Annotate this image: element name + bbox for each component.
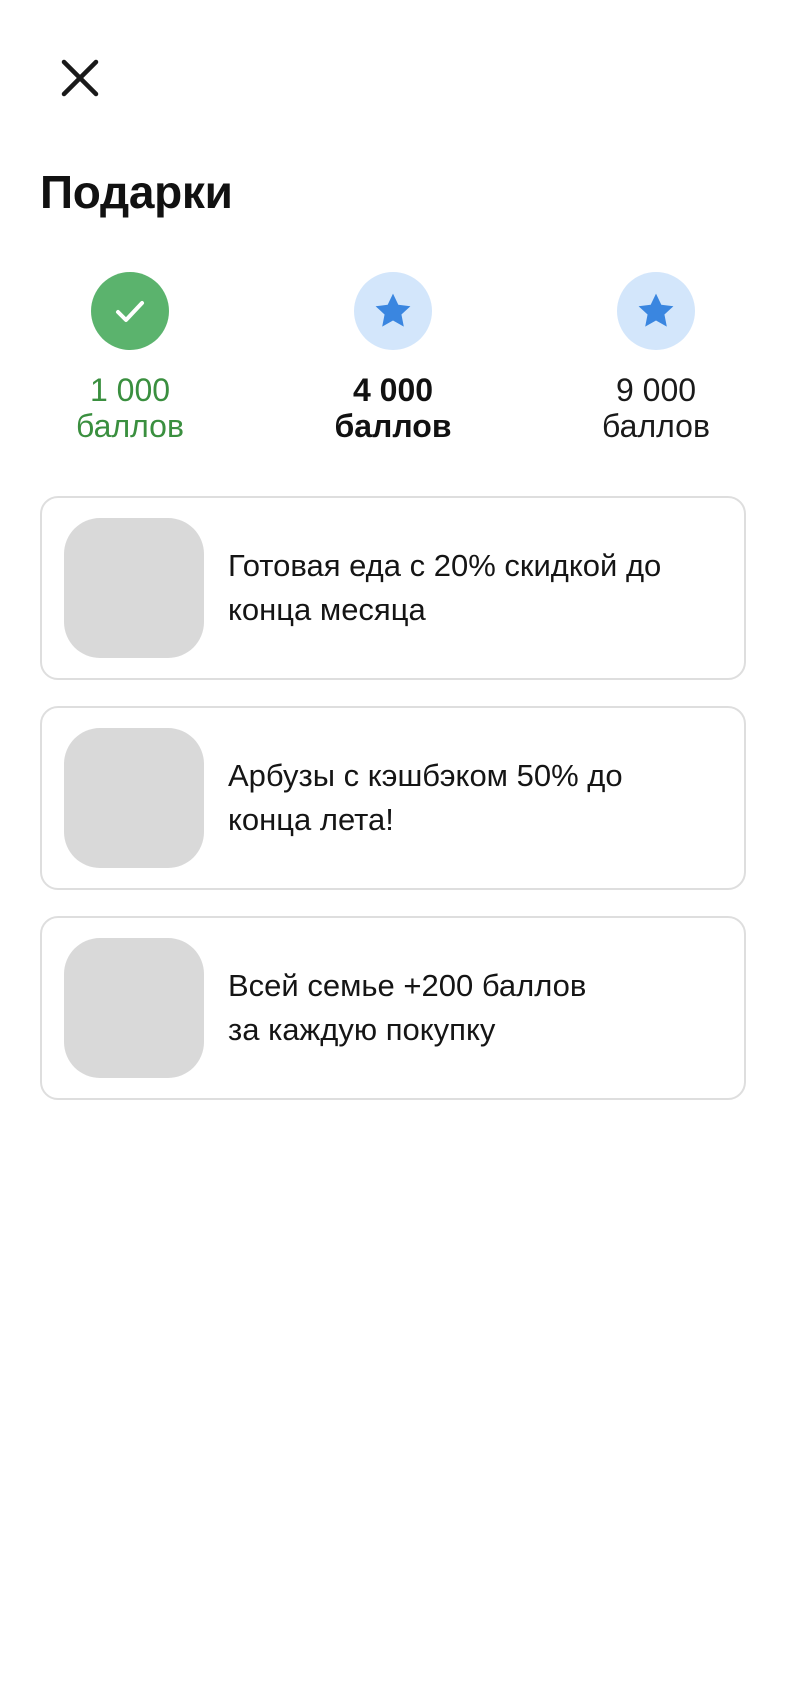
level-4000[interactable]: 4 000 баллов	[283, 272, 503, 444]
star-icon	[375, 293, 411, 327]
gift-description: Всей семье +200 баллов за каждую покупку	[228, 968, 587, 1047]
gift-card[interactable]: Арбузы с кэшбэком 50% до конца лета!	[40, 706, 746, 890]
gift-description: Готовая еда с 20% скидкой до конца месяц…	[228, 548, 662, 627]
level-unit: баллов	[76, 408, 184, 444]
level-unit: баллов	[334, 408, 452, 444]
gifts-list: Готовая еда с 20% скидкой до конца месяц…	[40, 496, 746, 1126]
gift-image-placeholder	[64, 518, 204, 658]
level-1000[interactable]: 1 000 баллов	[20, 272, 240, 444]
level-circle-reached	[91, 272, 169, 350]
gift-image-placeholder	[64, 938, 204, 1078]
check-icon	[116, 301, 144, 322]
level-points: 9 000	[615, 372, 697, 408]
level-circle-locked	[354, 272, 432, 350]
gift-card[interactable]: Всей семье +200 баллов за каждую покупку	[40, 916, 746, 1100]
level-circle-locked	[617, 272, 695, 350]
close-icon	[61, 59, 99, 97]
star-icon	[638, 293, 674, 327]
level-9000[interactable]: 9 000 баллов	[546, 272, 766, 444]
gift-image-placeholder	[64, 728, 204, 868]
level-points: 4 000	[352, 372, 434, 408]
gift-card[interactable]: Готовая еда с 20% скидкой до конца месяц…	[40, 496, 746, 680]
page-title: Подарки	[40, 166, 233, 218]
levels-progress: 1 000 баллов 4 000 баллов 9 000 баллов	[0, 272, 786, 462]
close-button[interactable]	[54, 52, 106, 104]
level-unit: баллов	[602, 408, 710, 444]
level-points: 1 000	[89, 372, 171, 408]
gift-description: Арбузы с кэшбэком 50% до конца лета!	[228, 758, 623, 837]
